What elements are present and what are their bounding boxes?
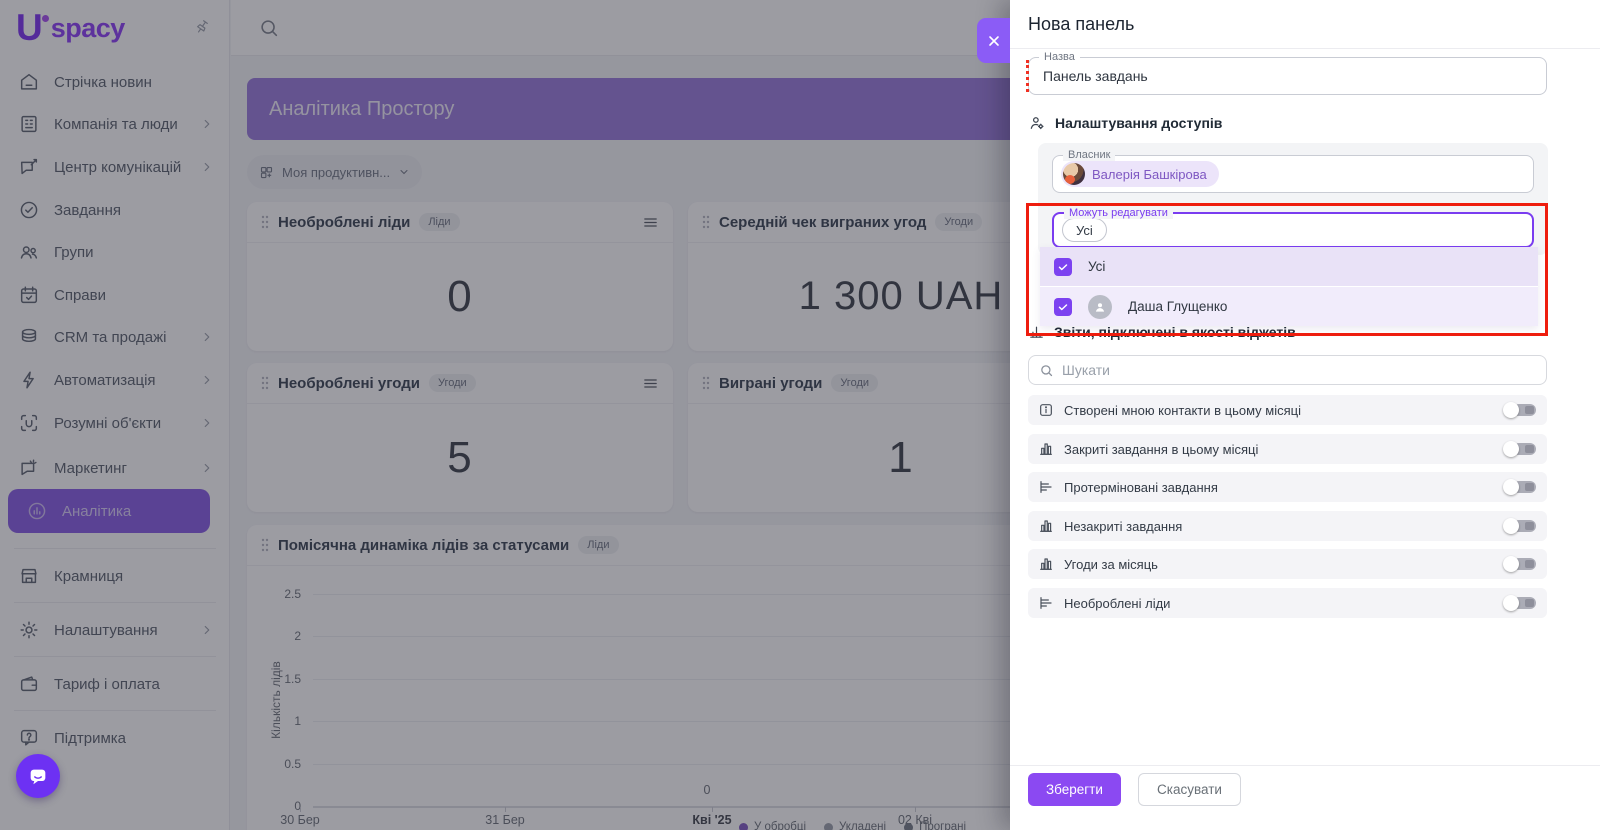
widget-label: Закриті завдання в цьому місяці — [1064, 441, 1259, 457]
user-avatar — [1088, 294, 1112, 319]
widget-toggle[interactable] — [1503, 594, 1537, 612]
people-settings-icon — [1028, 114, 1046, 132]
info-icon — [1038, 402, 1054, 418]
widget-row-overdue-tasks[interactable]: Протерміновані завдання — [1028, 472, 1547, 502]
owner-field[interactable]: Власник Валерія Башкірова — [1052, 149, 1534, 193]
owner-avatar — [1063, 163, 1085, 185]
bar-rows-icon — [1038, 595, 1054, 611]
widget-label: Незакриті завдання — [1064, 518, 1183, 534]
chat-bubble-icon — [30, 769, 46, 785]
name-field-label: Назва — [1039, 51, 1080, 63]
can-edit-field[interactable]: Можуть редагувати Усі — [1052, 207, 1534, 248]
close-panel-button[interactable] — [977, 18, 1010, 63]
can-edit-dropdown: Усі Даша Глущенко — [1040, 247, 1538, 326]
section-title: Налаштування доступів — [1055, 115, 1223, 131]
widget-toggle[interactable] — [1503, 555, 1537, 573]
widget-label: Угоди за місяць — [1064, 556, 1158, 572]
widget-search-field — [1028, 355, 1547, 385]
footer-divider — [1010, 765, 1600, 766]
name-field: Назва — [1026, 51, 1547, 95]
modal-backdrop[interactable] — [0, 0, 1010, 830]
widget-toggle[interactable] — [1503, 401, 1537, 419]
bar-rows-icon — [1038, 479, 1054, 495]
can-edit-field-label: Можуть редагувати — [1064, 207, 1173, 219]
search-icon — [1039, 363, 1054, 378]
access-settings-box: Власник Валерія Башкірова Можуть редагув… — [1038, 143, 1548, 255]
widget-search-input[interactable] — [1062, 362, 1536, 378]
checkbox-checked-icon[interactable] — [1054, 297, 1072, 316]
new-dashboard-panel: Нова панель Назва Налаштування доступів … — [977, 0, 1600, 830]
widget-row-open-tasks[interactable]: Незакриті завдання — [1028, 511, 1547, 541]
column-chart-icon — [1038, 441, 1054, 457]
option-label: Даша Глущенко — [1128, 299, 1228, 314]
column-chart-icon — [1038, 518, 1054, 534]
app-root: U spacy Стрічка новин Компанія та люди Ц… — [0, 0, 1600, 830]
access-settings-heading: Налаштування доступів — [1028, 114, 1222, 132]
widget-row-closed-tasks-month[interactable]: Закриті завдання в цьому місяці — [1028, 434, 1547, 464]
can-edit-chip[interactable]: Усі — [1062, 218, 1107, 242]
widget-label: Необроблені ліди — [1064, 595, 1171, 611]
widget-toggle[interactable] — [1503, 478, 1537, 496]
dropdown-option-user[interactable]: Даша Глущенко — [1040, 287, 1538, 326]
checkbox-checked-icon[interactable] — [1054, 257, 1072, 276]
column-chart-icon — [1038, 556, 1054, 572]
widget-row-contacts-month[interactable]: Створені мною контакти в цьому місяці — [1028, 395, 1547, 425]
support-chat-fab[interactable] — [16, 754, 60, 798]
name-input[interactable] — [1029, 58, 1546, 94]
widget-toggle[interactable] — [1503, 517, 1537, 535]
widget-toggle[interactable] — [1503, 440, 1537, 458]
save-button[interactable]: Зберегти — [1028, 773, 1121, 806]
dropdown-option-all[interactable]: Усі — [1040, 247, 1538, 286]
panel-title: Нова панель — [1028, 14, 1135, 34]
widget-label: Протерміновані завдання — [1064, 479, 1218, 495]
widget-row-deals-month[interactable]: Угоди за місяць — [1028, 549, 1547, 579]
owner-chip-label: Валерія Башкірова — [1092, 166, 1207, 182]
owner-chip[interactable]: Валерія Башкірова — [1061, 161, 1219, 187]
widget-row-unprocessed-leads[interactable]: Необроблені ліди — [1028, 588, 1547, 618]
owner-field-label: Власник — [1063, 149, 1116, 161]
close-icon — [988, 35, 999, 46]
cancel-button[interactable]: Скасувати — [1138, 773, 1241, 806]
panel-divider — [1010, 48, 1600, 49]
widget-label: Створені мною контакти в цьому місяці — [1064, 402, 1301, 418]
option-label: Усі — [1088, 259, 1106, 274]
